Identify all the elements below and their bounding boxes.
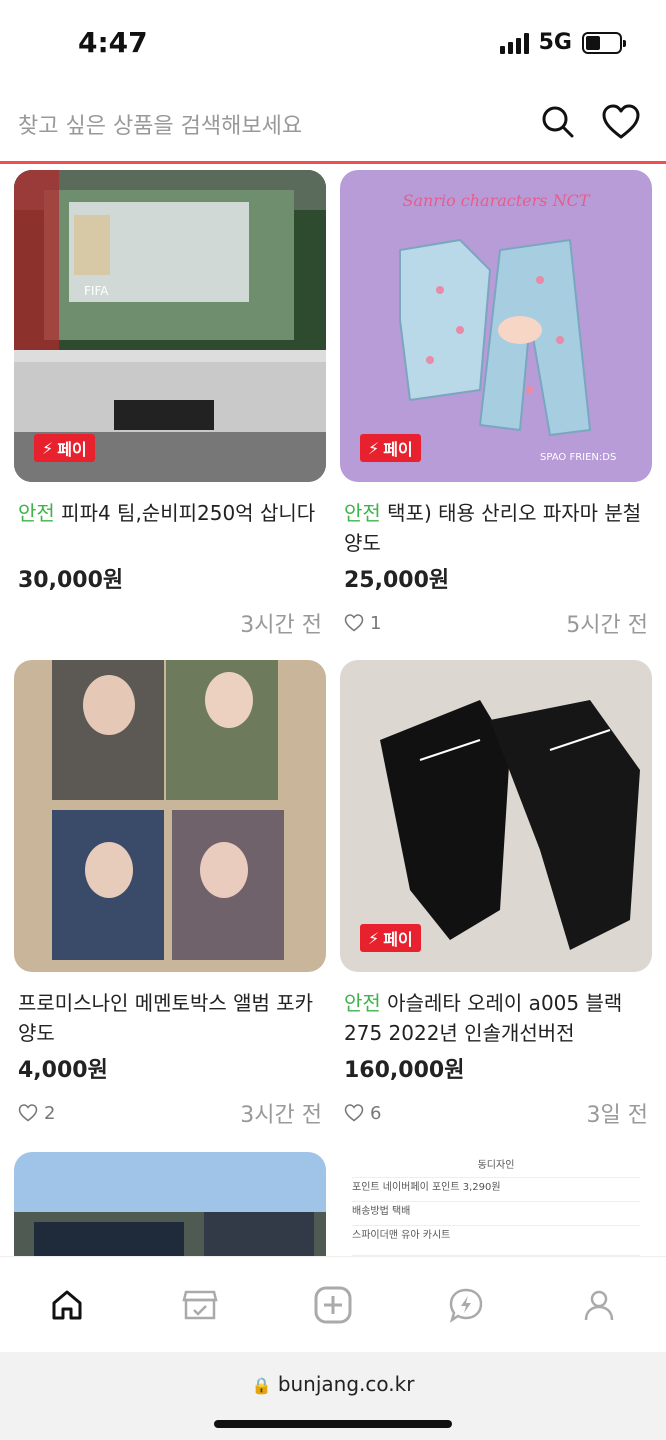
product-meta: 2 3시간 전 bbox=[14, 1096, 326, 1130]
product-meta: 6 3일 전 bbox=[340, 1096, 652, 1130]
home-icon bbox=[52, 1290, 82, 1319]
photocard-image bbox=[14, 660, 326, 972]
safe-label: 안전 bbox=[344, 991, 381, 1015]
home-indicator bbox=[214, 1420, 452, 1428]
heart-icon bbox=[344, 614, 364, 632]
status-bar: 4:47 5G bbox=[0, 0, 666, 90]
product-image: FIFA ⚡ 페이 bbox=[14, 170, 326, 482]
safe-label: 안전 bbox=[18, 501, 55, 525]
search-icon[interactable] bbox=[540, 104, 576, 140]
product-card[interactable]: ⚡ 페이 안전 아슬레타 오레이 a005 블랙 275 2022년 인솔개선버… bbox=[340, 660, 652, 1130]
wishlist-heart-icon[interactable] bbox=[602, 104, 640, 140]
product-price: 25,000원 bbox=[344, 568, 450, 593]
spao-text: SPAO FRIEN:DS bbox=[540, 452, 616, 463]
posted-time: 3시간 전 bbox=[240, 613, 322, 638]
product-image bbox=[14, 1152, 326, 1256]
product-title: 안전 피파4 팀,순비피250억 삽니다 bbox=[18, 501, 316, 525]
product-image: ⚡ 페이 bbox=[340, 660, 652, 972]
search-bar: 찾고 싶은 상품을 검색해보세요 bbox=[0, 90, 666, 164]
posted-time: 3일 전 bbox=[586, 1103, 648, 1128]
store-icon bbox=[182, 1290, 218, 1319]
likes[interactable]: 2 bbox=[18, 1103, 55, 1124]
p6-line: 동디자인 bbox=[352, 1156, 640, 1178]
signal-icon bbox=[499, 32, 529, 54]
lightning-icon: ⚡ bbox=[368, 438, 380, 458]
product-grid: FIFA ⚡ 페이 안전 피파4 팀,순비피250억 삽니다 30,000원 3… bbox=[0, 166, 666, 1256]
product-meta: 3시간 전 bbox=[14, 606, 326, 640]
p6-line: 포인트 네이버페이 포인트 3,290원 bbox=[352, 1178, 640, 1202]
pay-badge: ⚡ 페이 bbox=[34, 434, 95, 462]
status-icons: 5G bbox=[499, 30, 626, 55]
heart-icon bbox=[18, 1104, 38, 1122]
product-price: 30,000원 bbox=[18, 568, 124, 593]
status-time: 4:47 bbox=[78, 26, 148, 59]
add-icon bbox=[314, 1286, 352, 1323]
product-card[interactable] bbox=[14, 1152, 326, 1256]
fifa-text: FIFA bbox=[84, 284, 109, 298]
safe-label: 안전 bbox=[344, 501, 381, 525]
bottom-nav bbox=[0, 1256, 666, 1352]
browser-bar: 🔒 bunjang.co.kr bbox=[0, 1352, 666, 1440]
product-image bbox=[14, 660, 326, 972]
profile-icon bbox=[585, 1290, 614, 1320]
posted-time: 3시간 전 bbox=[240, 1103, 322, 1128]
product-image: Sanrio characters NCT SPAO FRIEN:DS ⚡ 페이 bbox=[340, 170, 652, 482]
product-title: 프로미스나인 메멘토박스 앨범 포카 양도 bbox=[18, 991, 314, 1045]
p6-line: 스파이더맨 유아 카시트 bbox=[352, 1226, 640, 1256]
nav-store[interactable] bbox=[170, 1275, 230, 1335]
product-meta: 1 5시간 전 bbox=[340, 606, 652, 640]
nav-talk[interactable] bbox=[436, 1275, 496, 1335]
nav-home[interactable] bbox=[37, 1275, 97, 1335]
nct-title-text: Sanrio characters NCT bbox=[403, 191, 591, 210]
pay-badge: ⚡ 페이 bbox=[360, 924, 421, 952]
heart-icon bbox=[344, 1104, 364, 1122]
product-card[interactable]: 프로미스나인 메멘토박스 앨범 포카 양도 4,000원 2 3시간 전 bbox=[14, 660, 326, 1130]
product-card[interactable]: FIFA ⚡ 페이 안전 피파4 팀,순비피250억 삽니다 30,000원 3… bbox=[14, 170, 326, 640]
product-price: 160,000원 bbox=[344, 1058, 465, 1083]
likes[interactable]: 1 bbox=[344, 613, 381, 634]
product-image: 동디자인 포인트 네이버페이 포인트 3,290원 배송방법 택배 스파이더맨 … bbox=[340, 1152, 652, 1256]
lightning-icon: ⚡ bbox=[368, 928, 380, 948]
product-card[interactable]: 동디자인 포인트 네이버페이 포인트 3,290원 배송방법 택배 스파이더맨 … bbox=[340, 1152, 652, 1256]
nav-add[interactable] bbox=[303, 1275, 363, 1335]
pay-badge: ⚡ 페이 bbox=[360, 434, 421, 462]
likes[interactable]: 6 bbox=[344, 1103, 381, 1124]
search-input[interactable]: 찾고 싶은 상품을 검색해보세요 bbox=[18, 108, 302, 140]
posted-time: 5시간 전 bbox=[566, 613, 648, 638]
battery-icon bbox=[582, 31, 626, 54]
p6-line: 배송방법 택배 bbox=[352, 1202, 640, 1226]
lightning-icon: ⚡ bbox=[42, 438, 54, 458]
nav-profile[interactable] bbox=[569, 1275, 629, 1335]
talk-icon bbox=[449, 1288, 483, 1323]
product-title: 안전 아슬레타 오레이 a005 블랙 275 2022년 인솔개선버전 bbox=[344, 991, 623, 1045]
car-image bbox=[14, 1152, 326, 1256]
product-title: 안전 택포) 태용 산리오 파자마 분철 양도 bbox=[344, 501, 642, 555]
lock-icon: 🔒 bbox=[251, 1376, 272, 1395]
url-bar[interactable]: 🔒 bunjang.co.kr bbox=[0, 1372, 666, 1396]
network-label: 5G bbox=[538, 30, 572, 55]
product-card[interactable]: Sanrio characters NCT SPAO FRIEN:DS ⚡ 페이… bbox=[340, 170, 652, 640]
product-price: 4,000원 bbox=[18, 1058, 108, 1083]
